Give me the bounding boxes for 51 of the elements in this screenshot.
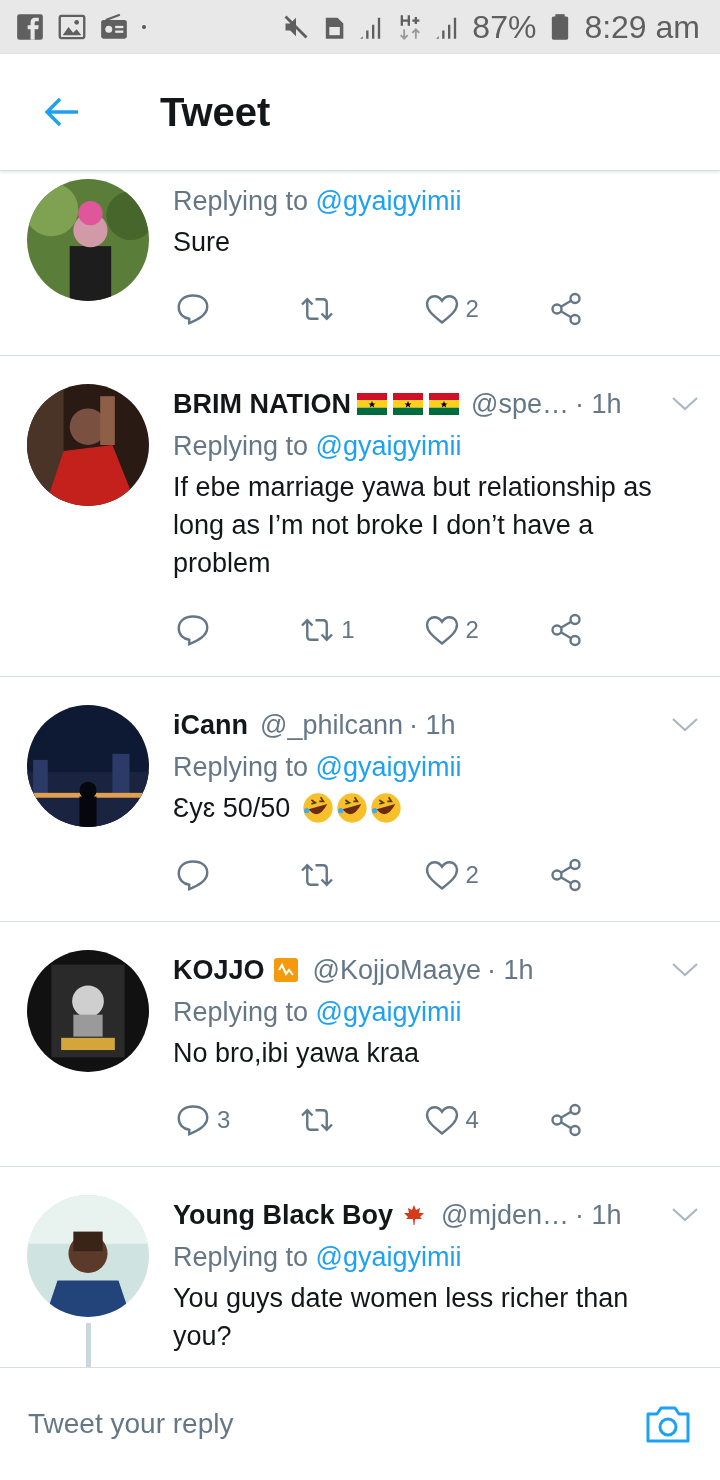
reply-icon — [175, 291, 211, 327]
tweet-time: · 1h — [409, 709, 456, 741]
user-handle: @KojjoMaaye — [312, 954, 482, 986]
tweet-time: · 1h — [574, 388, 622, 420]
replying-to-text: Replying to @gyaigyimii — [173, 751, 463, 784]
user-name: BRIM NATION — [173, 388, 351, 420]
user-handle: @_philcann — [260, 709, 404, 741]
replying-to-text: Replying to @gyaigyimii — [173, 185, 463, 218]
user-name: iCann — [173, 709, 248, 741]
flag-icon — [357, 392, 387, 416]
like-button[interactable]: 2 — [421, 612, 546, 648]
mention-link[interactable]: @gyaigyimii — [315, 752, 462, 782]
mention-link[interactable]: @gyaigyimii — [315, 186, 462, 216]
tweet-time: · 1h — [487, 954, 534, 986]
flag-icon — [393, 392, 423, 416]
replying-to-text: Replying to @gyaigyimii — [173, 1241, 463, 1274]
replying-to-text: Replying to @gyaigyimii — [173, 430, 463, 463]
reply-button[interactable]: 3 — [173, 1102, 298, 1138]
tweet-text: No bro,ibi yawa kraa — [173, 1037, 420, 1070]
laughing-emoji-icon — [369, 792, 402, 824]
reply-icon — [175, 612, 211, 648]
clock: 8:29 am — [584, 8, 700, 46]
page-title: Tweet — [160, 89, 271, 135]
retweet-button[interactable]: 1 — [297, 612, 422, 648]
user-name: Young Black Boy — [173, 1199, 394, 1231]
reply-icon — [175, 857, 211, 893]
laughing-emoji-icon — [335, 792, 368, 824]
mention-link[interactable]: @gyaigyimii — [315, 1242, 462, 1272]
battery-percent: 87% — [472, 8, 537, 46]
tweet-text: If ebe marriage yawa but relationship as long as I’m not broke I don’t have a problem — [173, 471, 653, 580]
image-icon — [58, 13, 86, 41]
like-button[interactable]: 2 — [421, 857, 546, 893]
radio-icon — [100, 13, 128, 41]
like-button[interactable]: 2 — [421, 291, 546, 327]
reply-input-field[interactable]: Tweet your reply — [28, 1408, 622, 1440]
tweet-text: Ɛyɛ 50/50 — [173, 792, 291, 825]
mention-link[interactable]: @gyaigyimii — [315, 431, 462, 461]
user-handle: @spe… — [471, 388, 569, 420]
facebook-icon — [16, 13, 44, 41]
notification-dot — [142, 25, 146, 29]
user-handle: @mjden… — [441, 1199, 569, 1231]
flag-icon — [429, 392, 459, 416]
replying-to-text: Replying to @gyaigyimii — [173, 996, 463, 1029]
like-button[interactable]: 4 — [421, 1102, 546, 1138]
tweet-time: · 1h — [575, 1199, 622, 1231]
mention-link[interactable]: @gyaigyimii — [315, 997, 462, 1027]
laughing-emoji-icon — [301, 792, 334, 824]
tweet-text: You guys date women less richer than you? — [173, 1282, 630, 1353]
user-name: KOJJO — [173, 954, 265, 986]
tweet-text: Sure — [173, 226, 231, 259]
reply-icon — [175, 1102, 211, 1138]
